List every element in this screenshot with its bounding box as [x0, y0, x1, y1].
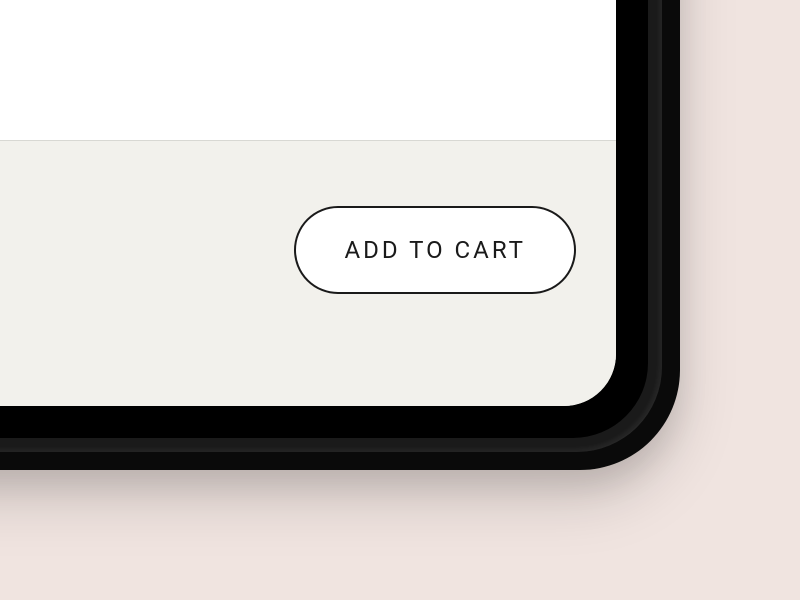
device-screen: ADD TO CART	[0, 0, 616, 406]
content-panel	[0, 0, 616, 141]
action-bar: ADD TO CART	[0, 141, 616, 406]
add-to-cart-button[interactable]: ADD TO CART	[294, 206, 576, 294]
